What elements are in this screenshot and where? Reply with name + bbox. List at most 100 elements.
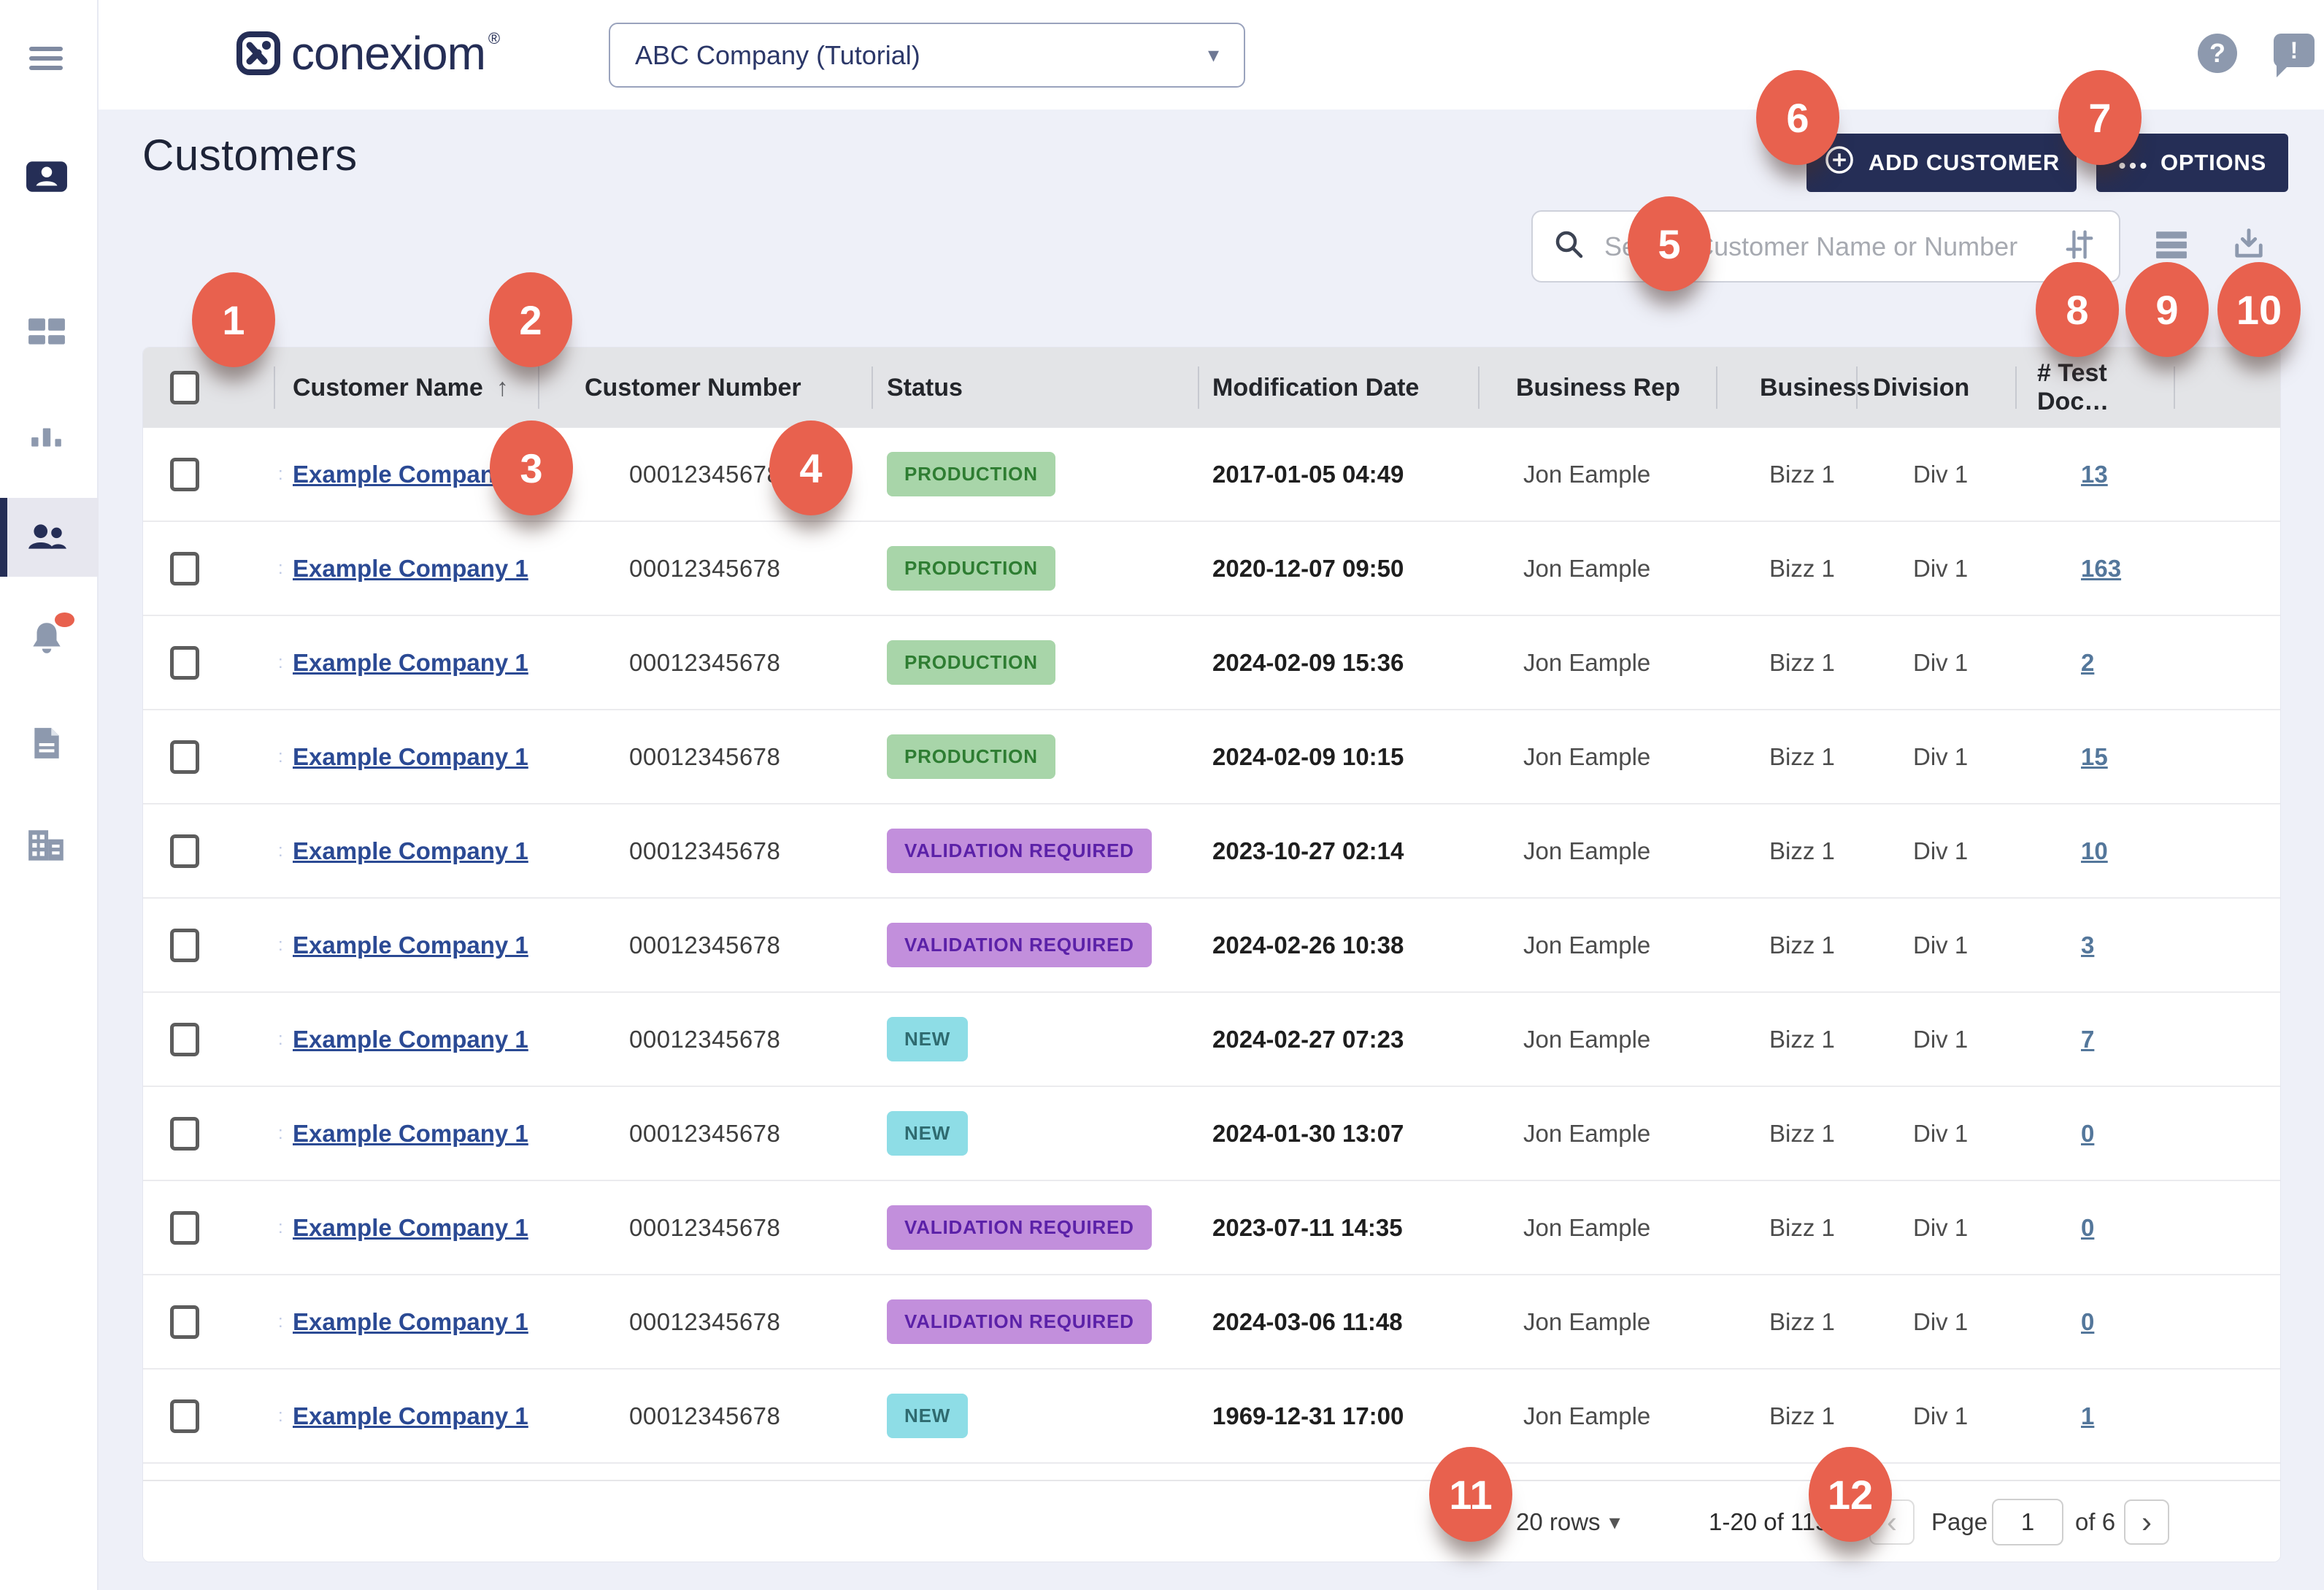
sidebar-item-analytics[interactable] [25,414,69,455]
chevron-right-icon: › [2142,1505,2152,1540]
next-page-button[interactable]: › [2124,1499,2169,1545]
feedback-glyph: ! [2290,37,2298,64]
column-header-modification-date[interactable]: Modification Date [1198,347,1478,428]
annotation-9: 9 [2125,262,2209,357]
test-doc-count-link[interactable]: 0 [2081,1214,2094,1242]
test-doc-count-link[interactable]: 0 [2081,1120,2094,1148]
column-header-division[interactable]: Division [1856,347,2015,428]
top-bar: conexiom ® ABC Company (Tutorial) ▾ ? ! [99,0,2324,110]
row-prefix-mark: : [278,1029,293,1050]
customer-name-link[interactable]: Example Company 1 [293,1214,528,1242]
sidebar-item-documents[interactable] [25,723,69,764]
business-rep-cell: Jon Eample [1478,522,1716,615]
test-doc-count-link[interactable]: 15 [2081,743,2108,771]
select-all-checkbox[interactable] [170,371,199,404]
sidebar-item-notifications[interactable] [25,617,69,658]
column-label: Business Rep [1516,374,1680,402]
customer-name-link[interactable]: Example Company 1 [293,649,528,677]
table-row: : Example Company 1 00012345678 PRODUCTI… [143,710,2280,804]
filter-icon[interactable] [2061,226,2098,267]
test-doc-count-link[interactable]: 13 [2081,461,2108,488]
modification-date-cell: 2024-02-26 10:38 [1198,899,1478,991]
customer-name-link[interactable]: Example Company 1 [293,1026,528,1053]
sidebar-item-customers[interactable] [25,516,69,557]
customer-name-link[interactable]: Example Company 1 [293,1308,528,1336]
annotation-4: 4 [769,420,853,515]
business-rep-cell: Jon Eample [1478,899,1716,991]
row-checkbox[interactable] [170,552,199,585]
column-header-customer-number[interactable]: Customer Number [538,347,872,428]
test-doc-count-link[interactable]: 1 [2081,1402,2094,1430]
customer-name-link[interactable]: Example Company 1 [293,1402,528,1430]
row-checkbox[interactable] [170,1117,199,1151]
column-header-business[interactable]: Business [1716,347,1856,428]
registered-mark: ® [488,29,500,48]
business-rep-cell: Jon Eample [1478,1087,1716,1180]
page-number-input[interactable] [1992,1499,2063,1545]
sidebar-item-contacts[interactable] [25,156,69,197]
status-badge: VALIDATION REQUIRED [887,1299,1152,1344]
annotation-3: 3 [490,420,573,515]
customer-number-cell: 00012345678 [538,616,872,709]
row-checkbox[interactable] [170,740,199,774]
business-cell: Bizz 1 [1716,993,1856,1086]
search-icon [1553,228,1585,264]
customers-table: Customer Name ↑ Customer Number Status M… [142,347,2281,1562]
division-cell: Div 1 [1856,1087,2015,1180]
row-checkbox[interactable] [170,1023,199,1056]
status-badge: PRODUCTION [887,546,1055,591]
sidebar-item-dashboard[interactable] [25,312,69,353]
customer-number-cell: 00012345678 [538,899,872,991]
row-prefix-mark: : [278,935,293,956]
sidebar [0,0,99,1590]
add-customer-label: ADD CUSTOMER [1869,150,2060,176]
rows-per-page-select[interactable]: 20 rows ▾ [1516,1508,1620,1536]
row-checkbox[interactable] [170,1211,199,1245]
customer-number-cell: 00012345678 [538,1275,872,1368]
table-row: : Example Company 1 00012345678 VALIDATI… [143,1181,2280,1275]
column-header-business-rep[interactable]: Business Rep [1478,347,1716,428]
sidebar-item-organization[interactable] [25,825,69,866]
row-checkbox[interactable] [170,1305,199,1339]
add-customer-button[interactable]: ADD CUSTOMER [1807,134,2077,192]
page-count-label: of 6 [2075,1508,2115,1536]
customer-name-link[interactable]: Example Company 1 [293,837,528,865]
business-cell: Bizz 1 [1716,804,1856,897]
company-selector[interactable]: ABC Company (Tutorial) ▾ [609,23,1245,88]
business-rep-cell: Jon Eample [1478,1181,1716,1274]
test-doc-count-link[interactable]: 7 [2081,1026,2094,1053]
row-checkbox[interactable] [170,646,199,680]
test-doc-count-link[interactable]: 2 [2081,649,2094,677]
modification-date-cell: 2023-10-27 02:14 [1198,804,1478,897]
notification-badge [55,612,74,627]
column-header-test-docs[interactable]: # Test Doc… [2015,347,2174,428]
row-checkbox[interactable] [170,458,199,491]
customer-name-link[interactable]: Example Company 1 [293,932,528,959]
test-doc-count-link[interactable]: 3 [2081,932,2094,959]
column-header-status[interactable]: Status [872,347,1198,428]
column-header-customer-name[interactable]: Customer Name ↑ [274,347,538,428]
business-cell: Bizz 1 [1716,1370,1856,1462]
division-cell: Div 1 [1856,993,2015,1086]
help-icon[interactable]: ? [2198,34,2237,73]
row-prefix-mark: : [278,653,293,673]
density-icon[interactable] [2152,225,2191,264]
row-checkbox[interactable] [170,834,199,868]
test-doc-count-link[interactable]: 10 [2081,837,2108,865]
modification-date-cell: 2024-02-09 15:36 [1198,616,1478,709]
test-doc-count-link[interactable]: 163 [2081,555,2121,583]
company-selector-value: ABC Company (Tutorial) [635,40,1208,71]
row-checkbox[interactable] [170,1399,199,1433]
business-cell: Bizz 1 [1716,428,1856,521]
menu-icon[interactable] [29,47,63,75]
customer-name-link[interactable]: Example Company 1 [293,743,528,771]
customer-name-link[interactable]: Example Company 1 [293,555,528,583]
download-icon[interactable] [2229,225,2269,264]
feedback-icon[interactable]: ! [2274,34,2315,67]
customer-name-link[interactable]: Example Company 1 [293,1120,528,1148]
row-checkbox[interactable] [170,929,199,962]
business-rep-cell: Jon Eample [1478,428,1716,521]
customer-number-cell: 00012345678 [538,1087,872,1180]
test-doc-count-link[interactable]: 0 [2081,1308,2094,1336]
business-cell: Bizz 1 [1716,522,1856,615]
